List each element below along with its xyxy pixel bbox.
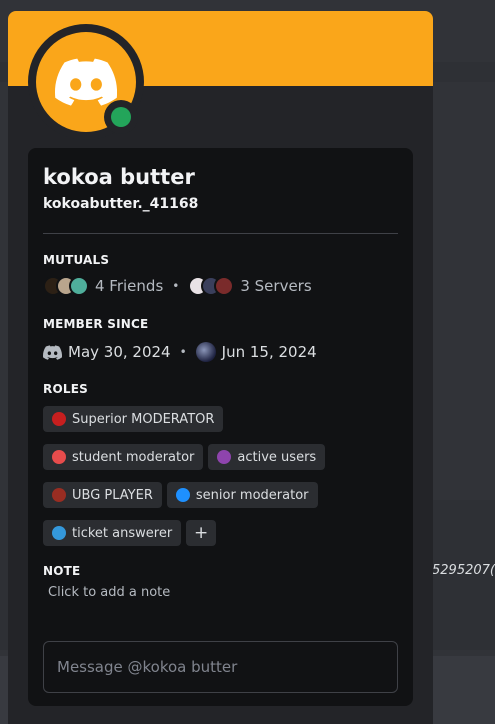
friend-avatar (69, 276, 89, 296)
role-chip[interactable]: senior moderator (166, 482, 318, 508)
display-name[interactable]: kokoa butter (43, 165, 195, 189)
separator-bullet: • (179, 345, 187, 359)
role-chip[interactable]: student moderator (43, 444, 204, 470)
background-chat-text: 5295207( (432, 563, 495, 578)
online-status-icon (111, 107, 131, 127)
role-chip[interactable]: UBG PLAYER (43, 482, 162, 508)
member-since-row: May 30, 2024 • Jun 15, 2024 (43, 341, 317, 363)
roles-heading: ROLES (43, 382, 88, 396)
mutual-servers-button[interactable]: 3 Servers (188, 276, 312, 296)
role-chip[interactable]: active users (208, 444, 326, 470)
role-label: UBG PLAYER (72, 487, 153, 503)
role-label: ticket answerer (72, 525, 173, 541)
profile-card: kokoa butter kokoabutter._41168 MUTUALS … (28, 148, 413, 706)
avatar[interactable] (28, 24, 144, 140)
role-color-dot[interactable] (52, 526, 66, 540)
role-label: Superior MODERATOR (72, 411, 215, 427)
mutuals-row: 4 Friends • 3 Servers (43, 274, 312, 298)
discord-join-date: May 30, 2024 (68, 343, 171, 361)
separator-bullet: • (172, 279, 180, 293)
username[interactable]: kokoabutter._41168 (43, 196, 198, 212)
mutual-friends-avatars (43, 276, 89, 296)
role-color-dot[interactable] (175, 488, 190, 502)
role-color-dot[interactable] (217, 450, 232, 464)
mutuals-heading: MUTUALS (43, 253, 110, 267)
mutual-servers-avatars (188, 276, 235, 296)
add-role-button[interactable]: + (186, 520, 217, 546)
role-color-dot[interactable] (52, 450, 66, 464)
role-chip[interactable]: ticket answerer (43, 520, 182, 546)
note-heading: NOTE (43, 564, 81, 578)
role-color-dot[interactable] (52, 488, 66, 502)
discord-logo-icon (55, 58, 117, 106)
mutual-friends-count: 4 Friends (95, 277, 164, 295)
discord-icon (43, 343, 62, 362)
server-avatar (214, 276, 235, 296)
role-label: senior moderator (195, 487, 309, 503)
role-label: student moderator (72, 449, 195, 465)
role-chip[interactable]: Superior MODERATOR (43, 406, 224, 432)
divider (43, 233, 398, 234)
status-indicator (104, 100, 138, 134)
roles-list: Superior MODERATOR student moderator act… (43, 406, 403, 546)
role-color-dot[interactable] (52, 412, 66, 426)
server-join-date: Jun 15, 2024 (221, 343, 317, 361)
mutual-friends-button[interactable]: 4 Friends (43, 276, 163, 296)
message-input[interactable] (43, 641, 398, 693)
mutual-servers-count: 3 Servers (240, 277, 312, 295)
note-field[interactable]: Click to add a note (48, 585, 170, 600)
role-label: active users (237, 449, 317, 465)
member-since-heading: MEMBER SINCE (43, 317, 149, 331)
user-profile-popout: kokoa butter kokoabutter._41168 MUTUALS … (8, 11, 433, 724)
server-icon (195, 342, 216, 362)
